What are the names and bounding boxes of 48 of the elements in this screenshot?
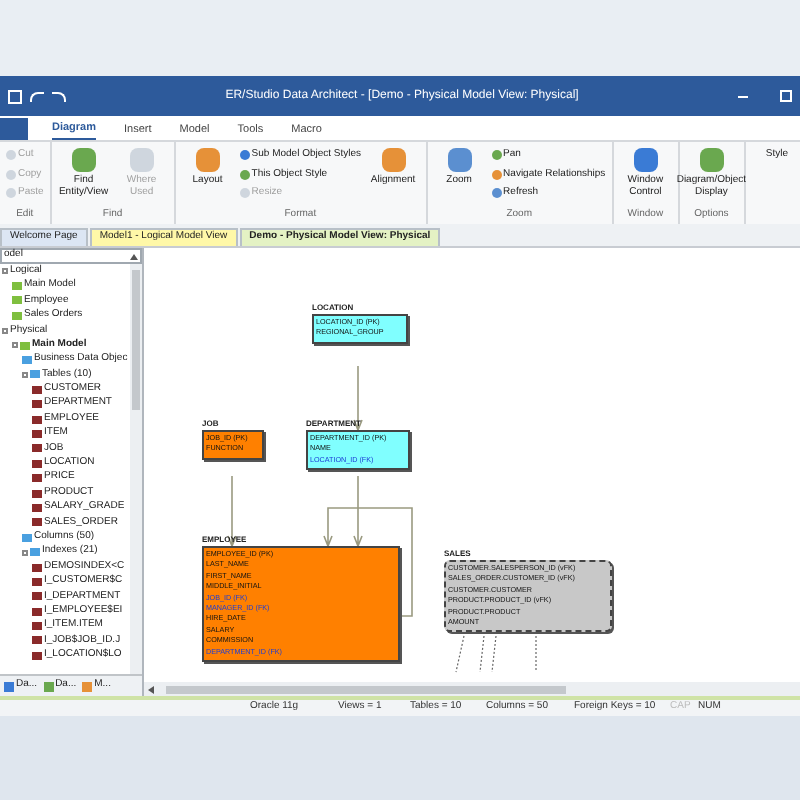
collapse-icon[interactable] bbox=[22, 371, 28, 378]
tree-node-icon bbox=[32, 444, 42, 453]
tree-node-icon bbox=[32, 400, 42, 409]
vertical-scrollbar[interactable] bbox=[130, 264, 142, 674]
tab-icon bbox=[4, 681, 14, 691]
command-icon bbox=[633, 148, 658, 172]
tree-node-icon bbox=[32, 577, 42, 586]
command-icon bbox=[71, 148, 96, 172]
tree-node-icon bbox=[32, 622, 42, 631]
tree-node-icon bbox=[32, 636, 42, 645]
view-relationship-line bbox=[455, 635, 537, 673]
tree-node-icon bbox=[12, 282, 22, 291]
tree-node-icon bbox=[12, 311, 22, 320]
collapse-icon[interactable] bbox=[2, 268, 8, 275]
tree-node-icon bbox=[32, 607, 42, 616]
tree-node-icon bbox=[32, 651, 42, 660]
tree-node-icon bbox=[32, 503, 42, 512]
minimize-icon[interactable] bbox=[738, 95, 748, 97]
collapse-icon[interactable] bbox=[22, 549, 28, 556]
tree-node-icon bbox=[32, 563, 42, 571]
tab-icon bbox=[82, 681, 93, 691]
tree-node-icon bbox=[32, 518, 42, 527]
tab-icon bbox=[43, 681, 54, 691]
tree-node-icon bbox=[32, 459, 42, 468]
tree-node-icon bbox=[20, 341, 30, 350]
tree-node-icon bbox=[32, 429, 42, 438]
tree-node-icon bbox=[32, 415, 42, 424]
maximize-icon[interactable] bbox=[780, 90, 792, 102]
tree-node-icon bbox=[32, 385, 42, 394]
collapse-icon[interactable] bbox=[2, 327, 8, 334]
undo-icon[interactable] bbox=[30, 91, 44, 101]
redo-icon[interactable] bbox=[52, 91, 66, 101]
tree-node-icon bbox=[30, 548, 40, 557]
tree-node-icon bbox=[30, 370, 40, 379]
collapse-icon[interactable] bbox=[12, 342, 18, 349]
command-icon bbox=[381, 148, 406, 172]
save-icon[interactable] bbox=[8, 89, 22, 103]
horizontal-scrollbar[interactable] bbox=[144, 682, 800, 696]
command-icon bbox=[129, 148, 154, 172]
tree-node-icon bbox=[22, 533, 32, 542]
tree-node-icon bbox=[32, 474, 42, 483]
command-icon bbox=[699, 148, 724, 172]
tree-node-icon bbox=[12, 296, 22, 305]
command-icon bbox=[195, 148, 220, 172]
tree-node-icon bbox=[32, 489, 42, 498]
command-icon bbox=[447, 148, 472, 172]
tree-node-icon bbox=[22, 356, 32, 365]
tree-node-icon bbox=[32, 592, 42, 601]
